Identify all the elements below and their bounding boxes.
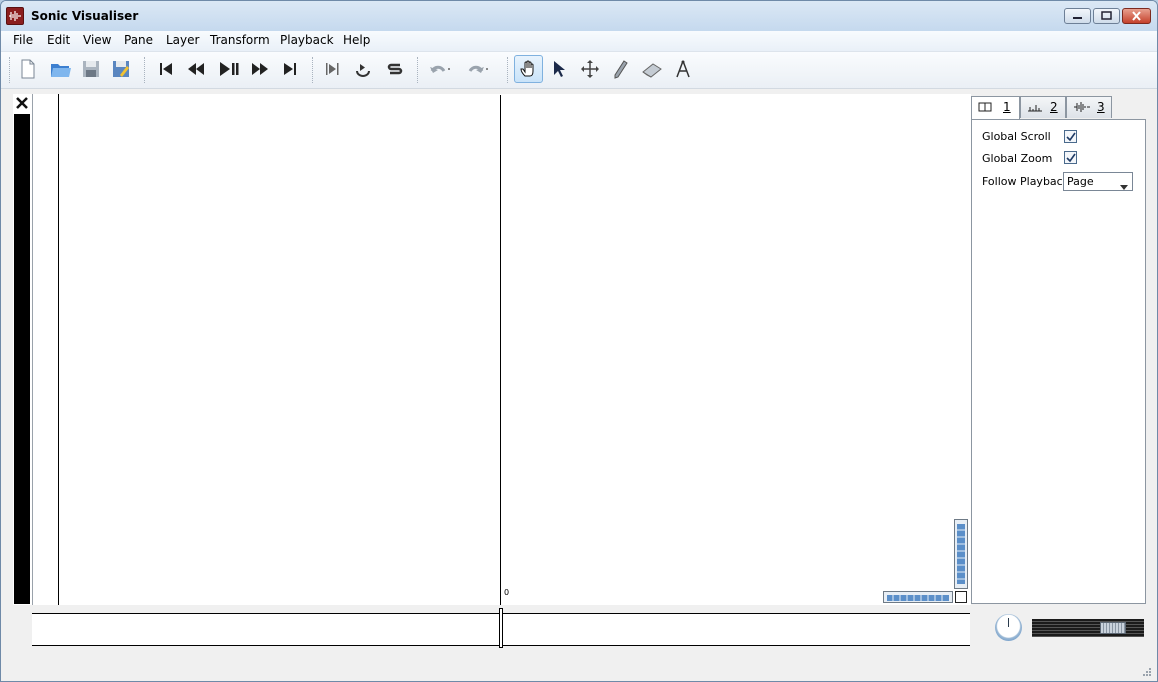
measure-icon[interactable] xyxy=(670,56,696,82)
undo-icon[interactable] xyxy=(425,56,451,82)
global-scroll-checkbox[interactable] xyxy=(1064,130,1077,143)
move-icon[interactable] xyxy=(577,56,603,82)
ruler-zero-label: 0 xyxy=(504,588,510,597)
new-document-icon[interactable] xyxy=(15,56,41,82)
minimize-button[interactable] xyxy=(1064,8,1091,24)
tab-1-number: 1 xyxy=(1003,100,1011,114)
follow-playback-value: Page xyxy=(1067,175,1094,188)
tab-ruler-2[interactable]: 2 xyxy=(1020,96,1066,118)
pane-canvas[interactable] xyxy=(32,94,971,605)
property-panel: Global Scroll Global Zoom Follow Playbac… xyxy=(971,119,1146,604)
navigate-hand-icon[interactable] xyxy=(514,55,543,83)
ruler-icon xyxy=(1027,101,1043,116)
menu-transform[interactable]: Transform xyxy=(206,33,274,47)
zoom-reset-button[interactable] xyxy=(955,591,967,603)
fast-forward-icon[interactable] xyxy=(247,56,273,82)
tab-waveform-3[interactable]: 3 xyxy=(1066,96,1112,118)
toolbar xyxy=(1,52,1157,89)
resize-grip-icon[interactable] xyxy=(1141,665,1151,676)
fast-forward-end-icon[interactable] xyxy=(277,56,303,82)
playback-gain-slider[interactable] xyxy=(1032,619,1144,637)
global-scroll-label: Global Scroll xyxy=(982,130,1051,143)
pane-activity-bar xyxy=(14,114,30,604)
rewind-start-icon[interactable] xyxy=(153,56,179,82)
chevron-down-icon xyxy=(1120,180,1128,193)
select-arrow-icon[interactable] xyxy=(546,56,572,82)
title-bar: Sonic Visualiser xyxy=(1,1,1157,31)
play-selection-icon[interactable] xyxy=(319,56,345,82)
menu-view[interactable]: View xyxy=(79,33,115,47)
time-ruler-line xyxy=(58,94,59,605)
close-button[interactable] xyxy=(1122,8,1151,24)
follow-playback-select[interactable]: Page xyxy=(1063,172,1133,191)
slider-thumb[interactable] xyxy=(1100,622,1126,634)
menu-playback[interactable]: Playback xyxy=(276,33,338,47)
playback-position-line[interactable] xyxy=(500,95,501,605)
save-icon[interactable] xyxy=(78,56,104,82)
pane-icon xyxy=(978,101,992,116)
play-pause-icon[interactable] xyxy=(215,56,241,82)
window-title: Sonic Visualiser xyxy=(31,9,139,23)
menu-layer[interactable]: Layer xyxy=(162,33,203,47)
maximize-button[interactable] xyxy=(1093,8,1120,24)
horizontal-zoom-wheel[interactable] xyxy=(883,591,953,603)
menu-pane[interactable]: Pane xyxy=(120,33,157,47)
overview-position-handle[interactable] xyxy=(499,608,503,648)
draw-pencil-icon[interactable] xyxy=(607,56,633,82)
menu-help[interactable]: Help xyxy=(339,33,374,47)
vertical-zoom-wheel[interactable] xyxy=(954,519,968,589)
solo-icon[interactable] xyxy=(382,56,408,82)
tab-pane-1[interactable]: 1 xyxy=(971,96,1020,120)
global-zoom-label: Global Zoom xyxy=(982,152,1053,165)
main-window: Sonic Visualiser File Edit View Pane Lay… xyxy=(0,0,1158,682)
loop-icon[interactable] xyxy=(350,56,376,82)
menu-edit[interactable]: Edit xyxy=(43,33,74,47)
tab-2-number: 2 xyxy=(1050,100,1058,114)
waveform-icon xyxy=(1073,101,1091,116)
open-folder-icon[interactable] xyxy=(47,56,73,82)
menu-bar: File Edit View Pane Layer Transform Play… xyxy=(1,31,1157,52)
follow-playback-label: Follow Playback xyxy=(982,175,1070,188)
app-waveform-icon[interactable] xyxy=(6,7,24,25)
redo-icon[interactable] xyxy=(463,56,489,82)
status-bar xyxy=(1,651,1157,681)
erase-icon[interactable] xyxy=(638,56,664,82)
close-pane-icon[interactable] xyxy=(14,95,30,111)
tab-3-number: 3 xyxy=(1097,100,1105,114)
menu-file[interactable]: File xyxy=(9,33,37,47)
save-as-icon[interactable] xyxy=(108,56,134,82)
playback-speed-dial[interactable] xyxy=(995,614,1022,641)
global-zoom-checkbox[interactable] xyxy=(1064,151,1077,164)
rewind-icon[interactable] xyxy=(183,56,209,82)
